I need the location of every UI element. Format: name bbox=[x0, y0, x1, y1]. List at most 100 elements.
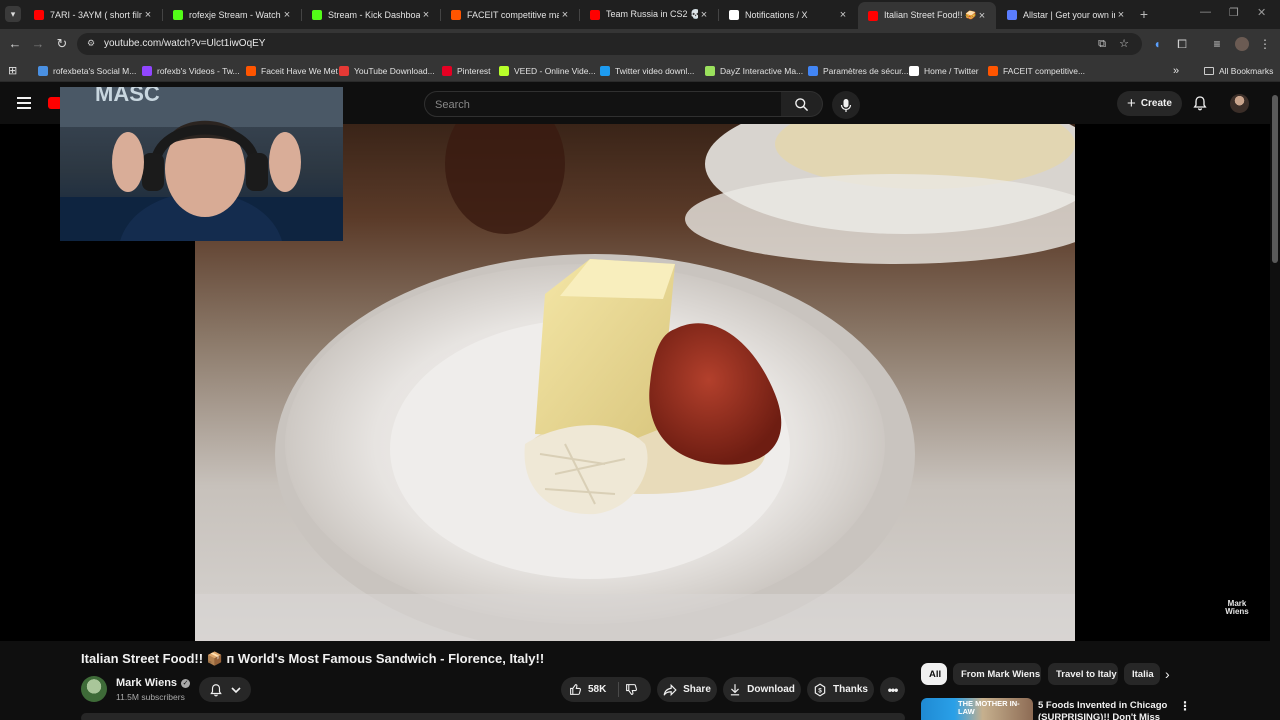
thanks-button[interactable]: $ Thanks bbox=[807, 677, 874, 702]
browser-tab[interactable]: Stream - Kick Dashboard × bbox=[302, 4, 440, 25]
tab-title: 7ARI - 3AYM ( short film ) bbox=[50, 9, 142, 20]
browser-tab[interactable]: Team Russia in CS2 💀 - × bbox=[580, 4, 718, 25]
bookmarks-overflow-icon[interactable]: » bbox=[1173, 64, 1179, 77]
browser-tab[interactable]: Allstar | Get your own in- × bbox=[997, 4, 1135, 25]
extensions-icon[interactable]: ⧠ bbox=[1175, 37, 1189, 51]
recommendation-title[interactable]: 5 Foods Invented in Chicago (SURPRISING)… bbox=[1038, 700, 1168, 720]
browser-tab[interactable]: Italian Street Food!! 🥪 × bbox=[858, 2, 996, 29]
webcam-overlay: MASC bbox=[60, 87, 343, 241]
all-bookmarks-label: All Bookmarks bbox=[1219, 65, 1274, 76]
filter-chip[interactable]: Italia bbox=[1124, 663, 1160, 685]
menu-hamburger-icon[interactable] bbox=[17, 97, 31, 109]
bookmark-item[interactable]: rofexbeta's Social M... bbox=[38, 64, 136, 77]
bookmark-label: Faceit Have We Met bbox=[261, 65, 338, 76]
browser-tab[interactable]: FACEIT competitive match× bbox=[441, 4, 579, 25]
bookmark-star-icon[interactable]: ☆ bbox=[1118, 38, 1130, 50]
tab-title: Team Russia in CS2 💀 - bbox=[606, 9, 698, 19]
bookmark-item[interactable]: Home / Twitter bbox=[909, 64, 979, 77]
profile-avatar[interactable] bbox=[1235, 37, 1249, 51]
download-button[interactable]: Download bbox=[723, 677, 801, 702]
tab-close-icon[interactable]: × bbox=[559, 9, 571, 21]
channel-avatar[interactable] bbox=[81, 676, 107, 702]
search-input[interactable] bbox=[435, 97, 765, 113]
install-app-icon[interactable]: ⧉ bbox=[1096, 38, 1108, 50]
search-icon bbox=[795, 97, 808, 111]
tab-title: Stream - Kick Dashboard bbox=[328, 9, 420, 20]
voice-search-button[interactable] bbox=[832, 91, 860, 119]
url-text[interactable]: youtube.com/watch?v=Ulct1iwOqEY bbox=[104, 38, 265, 49]
tab-close-icon[interactable]: × bbox=[698, 9, 710, 21]
search-box[interactable] bbox=[424, 91, 782, 117]
tab-close-icon[interactable]: × bbox=[976, 10, 988, 22]
chips-next-icon[interactable]: › bbox=[1165, 667, 1179, 681]
apps-grid-icon[interactable]: ⊞ bbox=[8, 64, 17, 77]
recommendation-menu-icon[interactable]: ⋮ bbox=[1179, 700, 1191, 712]
faceit-icon bbox=[988, 65, 998, 76]
tab-favicon-icon bbox=[868, 10, 878, 21]
plus-icon: + bbox=[1127, 94, 1136, 112]
bookmark-item[interactable]: Pinterest bbox=[442, 64, 491, 77]
dislike-button[interactable] bbox=[625, 677, 638, 702]
all-bookmarks[interactable]: All Bookmarks bbox=[1204, 64, 1273, 77]
new-tab-button[interactable]: + bbox=[1137, 6, 1151, 22]
thumbs-up-icon bbox=[570, 684, 581, 695]
thanks-label: Thanks bbox=[832, 684, 868, 695]
browser-tab[interactable]: 7ARI - 3AYM ( short film ) × bbox=[24, 4, 162, 25]
bookmark-item[interactable]: rofexb's Videos - Tw... bbox=[142, 64, 240, 77]
search-button[interactable] bbox=[781, 91, 823, 117]
streamer-webcam-image: MASC bbox=[60, 87, 343, 241]
subscribed-notifications-button[interactable] bbox=[199, 677, 251, 702]
channel-name-row[interactable]: Mark Wiens ✓ bbox=[116, 677, 191, 689]
close-window-icon[interactable]: ✕ bbox=[1257, 6, 1266, 19]
description-box[interactable] bbox=[81, 713, 905, 720]
tab-close-icon[interactable]: × bbox=[142, 9, 154, 21]
more-actions-button[interactable]: ••• bbox=[880, 677, 905, 702]
account-avatar[interactable] bbox=[1230, 94, 1249, 113]
extension-active-icon[interactable]: ◖ bbox=[1150, 37, 1164, 51]
page-scrollbar-thumb[interactable] bbox=[1272, 95, 1278, 263]
reload-icon[interactable]: ↻ bbox=[55, 37, 69, 51]
bell-icon bbox=[210, 683, 222, 696]
verified-badge-icon: ✓ bbox=[181, 678, 191, 688]
bookmark-item[interactable]: Paramètres de sécur... bbox=[808, 64, 909, 77]
forward-icon[interactable]: → bbox=[31, 37, 45, 51]
svg-text:$: $ bbox=[818, 687, 822, 694]
bookmark-item[interactable]: FACEIT competitive... bbox=[988, 64, 1085, 77]
create-button[interactable]: + Create bbox=[1117, 91, 1182, 116]
like-divider bbox=[618, 682, 619, 697]
chrome-menu-icon[interactable]: ⋮ bbox=[1258, 37, 1272, 51]
tab-close-icon[interactable]: × bbox=[420, 9, 432, 21]
site-info-icon[interactable]: ⚙ bbox=[87, 38, 98, 49]
tab-close-icon[interactable]: × bbox=[1115, 9, 1127, 21]
filter-chip[interactable]: Travel to Italy bbox=[1048, 663, 1118, 685]
media-control-icon[interactable]: ≡ bbox=[1210, 37, 1224, 51]
address-bar[interactable]: ⚙ youtube.com/watch?v=Ulct1iwOqEY ⧉ ☆ bbox=[77, 33, 1142, 55]
back-icon[interactable]: ← bbox=[8, 37, 22, 51]
bookmark-item[interactable]: Faceit Have We Met bbox=[246, 64, 338, 77]
channel-name[interactable]: Mark Wiens bbox=[116, 677, 177, 689]
folder-icon bbox=[1204, 66, 1214, 75]
bookmark-item[interactable]: YouTube Download... bbox=[339, 64, 435, 77]
share-icon bbox=[663, 683, 677, 696]
bookmark-item[interactable]: DayZ Interactive Ma... bbox=[705, 64, 803, 77]
pinterest-icon bbox=[442, 65, 452, 76]
filter-chip[interactable]: All bbox=[921, 663, 947, 685]
recommendation-thumbnail[interactable]: THE MOTHER IN-LAW bbox=[921, 698, 1033, 720]
bookmark-item[interactable]: VEED - Online Vide... bbox=[499, 64, 596, 77]
dayz-icon bbox=[705, 65, 715, 76]
like-button[interactable]: 58K bbox=[569, 677, 606, 702]
tab-close-icon[interactable]: × bbox=[281, 9, 293, 21]
chevron-down-icon bbox=[231, 686, 241, 693]
browser-tab[interactable]: Notifications / X × bbox=[719, 4, 857, 25]
filter-chip[interactable]: From Mark Wiens bbox=[953, 663, 1041, 685]
video-watermark: Mark Wiens bbox=[1225, 599, 1249, 616]
tab-close-icon[interactable]: × bbox=[837, 9, 849, 21]
tab-search-icon[interactable]: ▾ bbox=[5, 6, 21, 22]
notifications-bell-icon[interactable] bbox=[1192, 95, 1208, 111]
share-button[interactable]: Share bbox=[657, 677, 717, 702]
maximize-icon[interactable]: ❐ bbox=[1229, 6, 1239, 19]
tab-separator bbox=[301, 9, 302, 21]
minimize-icon[interactable]: — bbox=[1200, 6, 1211, 18]
bookmark-item[interactable]: Twitter video downl... bbox=[600, 64, 694, 77]
browser-tab[interactable]: rofexje Stream - Watch Li × bbox=[163, 4, 301, 25]
